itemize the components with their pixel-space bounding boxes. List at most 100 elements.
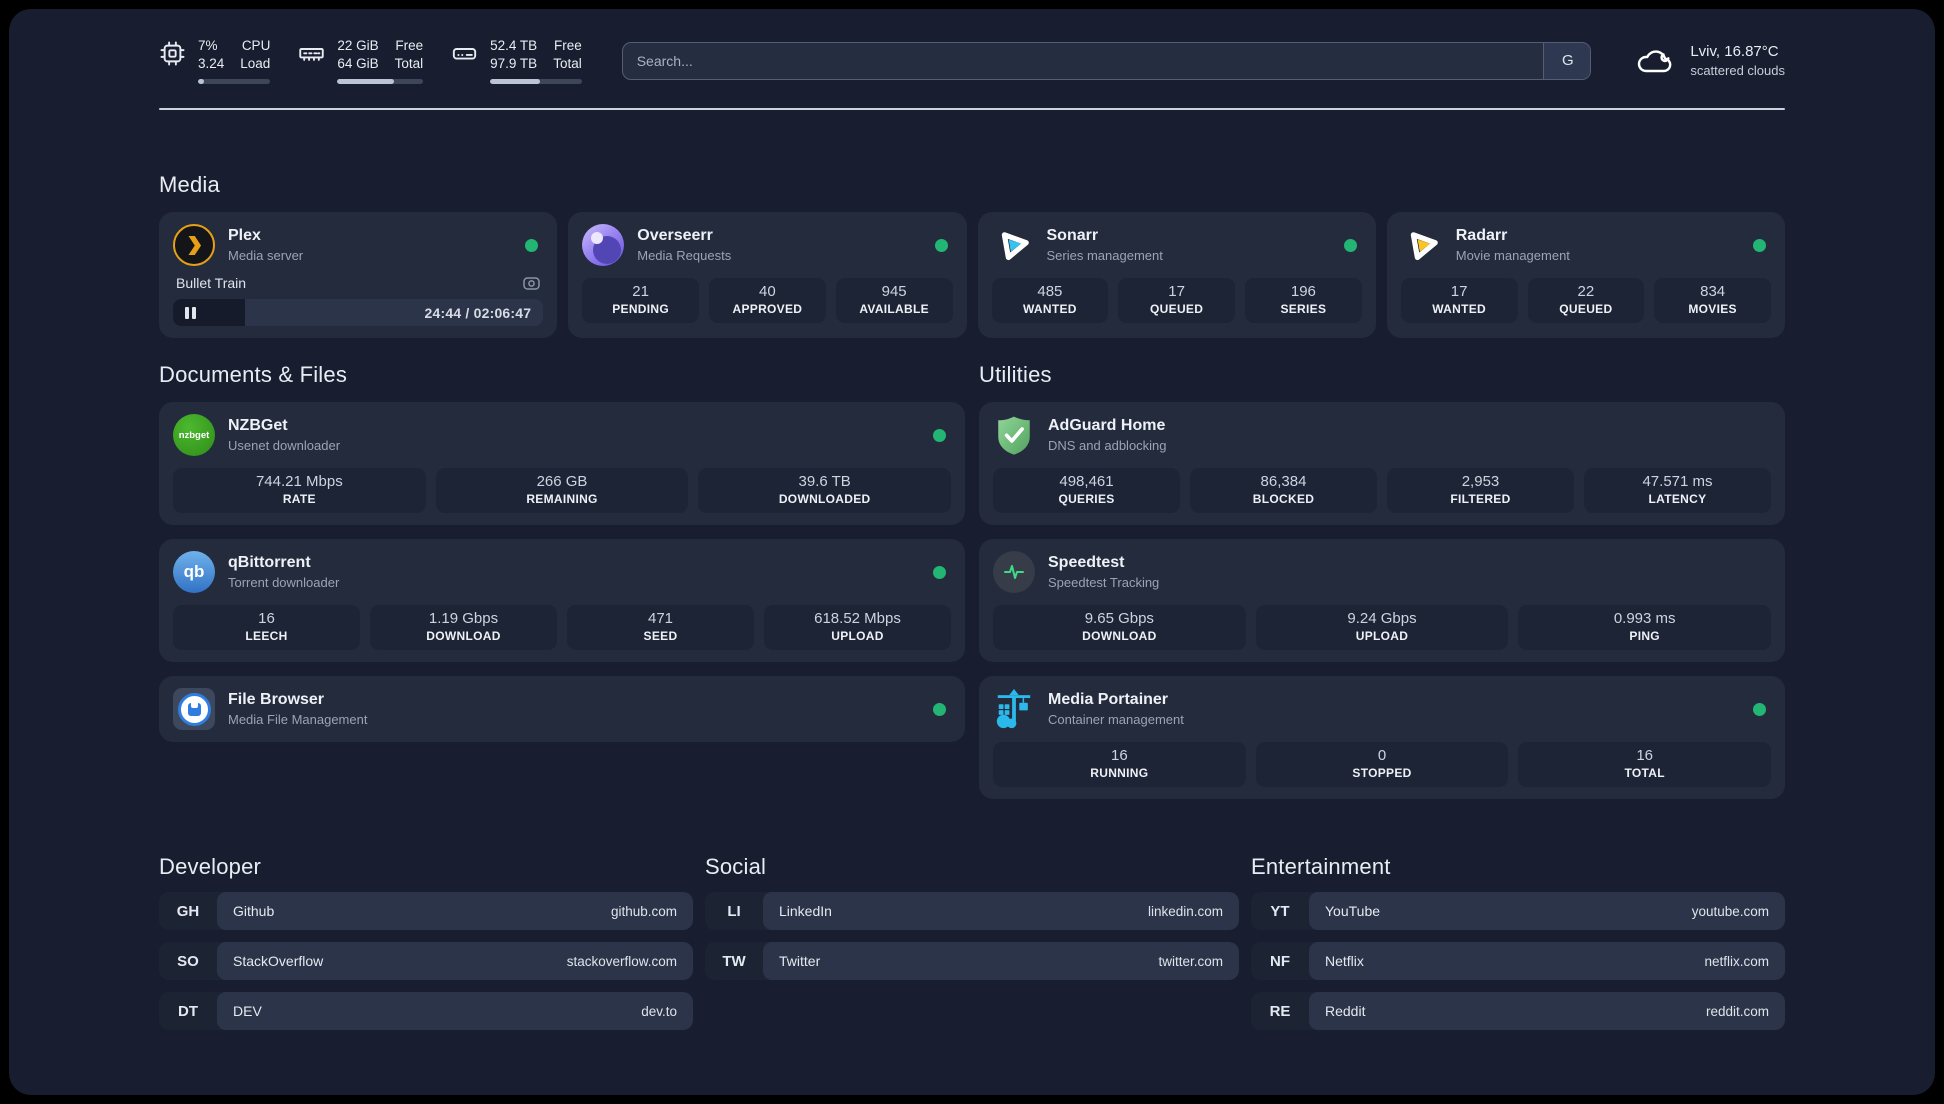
status-dot: [934, 238, 948, 252]
bookmark-github[interactable]: GH Github github.com: [159, 892, 693, 931]
stat-queued: 17 QUEUED: [1118, 278, 1235, 324]
stat-total: 16 TOTAL: [1518, 742, 1772, 788]
bookmark-url: github.com: [610, 903, 677, 919]
disk-metric-body: 52.4 TB 97.9 TB Free Total: [490, 37, 582, 85]
dashboard-frame: 7% 3.24 CPU Load 22 GiB 64 GiB Free Tota…: [0, 0, 1944, 1104]
playback-progress-bar[interactable]: 24:44 / 02:06:47: [173, 299, 544, 327]
stat-seed: 471 SEED: [567, 605, 754, 651]
cpu-metric: 7% 3.24 CPU Load: [159, 37, 271, 85]
media-grid: Plex Media server Bullet Train 24:44 / 0…: [159, 212, 1785, 339]
memory-metric: 22 GiB 64 GiB Free Total: [298, 37, 424, 85]
search-engine-button[interactable]: G: [1543, 42, 1591, 79]
nzbget-card[interactable]: nzbget NZBGet Usenet downloader 744.21 M…: [159, 402, 965, 526]
social-bookmarks: Social LI LinkedIn linkedin.com TW Twitt…: [705, 854, 1239, 981]
ram-icon: [298, 40, 325, 67]
utilities-column: Utilities AdGuard Home DNS and adblockin…: [979, 362, 1785, 800]
plex-now-playing: Bullet Train 24:44 / 02:06:47: [173, 275, 544, 327]
app-name: Speedtest: [1048, 554, 1125, 572]
app-name: Plex: [228, 227, 261, 245]
bookmark-name: Reddit: [1325, 1003, 1366, 1020]
adguard-icon: [993, 414, 1035, 456]
pause-icon[interactable]: [185, 306, 196, 319]
bookmark-reddit[interactable]: RE Reddit reddit.com: [1251, 992, 1785, 1031]
media-section: Media Plex Media server Bullet Train 24:…: [159, 172, 1785, 339]
app-name: NZBGet: [228, 417, 288, 435]
cpu-values: 7% 3.24: [198, 38, 225, 72]
status-dot: [933, 702, 946, 716]
disk-usage-bar: [490, 79, 582, 85]
bookmark-netflix[interactable]: NF Netflix netflix.com: [1251, 942, 1785, 981]
search-input[interactable]: [622, 42, 1544, 79]
bookmark-linkedin[interactable]: LI LinkedIn linkedin.com: [705, 892, 1239, 931]
stat-download: 1.19 Gbps DOWNLOAD: [370, 605, 557, 651]
stat-download: 9.65 Gbps DOWNLOAD: [993, 605, 1246, 651]
stat-ping: 0.993 ms PING: [1518, 605, 1772, 651]
bookmark-abbr: LI: [727, 902, 741, 920]
app-subtitle: Series management: [1046, 248, 1163, 264]
adguard-card[interactable]: AdGuard Home DNS and adblocking 498,461 …: [979, 402, 1785, 526]
plex-card[interactable]: Plex Media server Bullet Train 24:44 / 0…: [159, 212, 558, 339]
header-divider: [159, 108, 1785, 111]
app-subtitle: Movie management: [1455, 248, 1570, 264]
qbittorrent-icon-text: qb: [183, 562, 205, 582]
status-dot: [933, 565, 946, 579]
app-name: AdGuard Home: [1048, 417, 1166, 435]
bookmark-twitter[interactable]: TW Twitter twitter.com: [705, 942, 1239, 981]
weather-widget[interactable]: Lviv, 16.87°C scattered clouds: [1635, 43, 1785, 78]
disk-icon: [451, 40, 478, 67]
status-dot: [1753, 238, 1766, 252]
bookmark-dev[interactable]: DT DEV dev.to: [159, 992, 693, 1031]
qbittorrent-card[interactable]: qb qBittorrent Torrent downloader 16 LEE…: [159, 539, 965, 663]
app-subtitle: Media server: [228, 248, 304, 264]
system-metrics: 7% 3.24 CPU Load 22 GiB 64 GiB Free Tota…: [159, 37, 582, 85]
stat-wanted: 485 WANTED: [991, 278, 1109, 324]
bookmark-abbr: SO: [177, 952, 199, 970]
bookmark-url: twitter.com: [1158, 953, 1223, 969]
portainer-card[interactable]: Media Portainer Container management 16 …: [979, 676, 1785, 800]
video-session-icon[interactable]: [523, 276, 540, 291]
bookmark-url: netflix.com: [1704, 953, 1769, 969]
cpu-labels: CPU Load: [240, 38, 271, 72]
app-subtitle: Media File Management: [228, 712, 368, 728]
bookmark-abbr: YT: [1270, 902, 1290, 920]
sonarr-card[interactable]: Sonarr Series management 485 WANTED 17 Q…: [977, 212, 1376, 339]
stat-downloaded: 39.6 TB DOWNLOADED: [698, 468, 952, 514]
overseerr-card[interactable]: Overseerr Media Requests 21 PENDING 40 A…: [568, 212, 967, 339]
documents-section-title: Documents & Files: [159, 362, 348, 388]
bookmark-url: youtube.com: [1691, 903, 1769, 919]
status-dot: [1753, 702, 1766, 716]
app-subtitle: Media Requests: [637, 248, 732, 264]
plex-icon: [173, 224, 215, 267]
bookmark-name: Github: [233, 903, 275, 920]
status-dot: [933, 428, 946, 442]
memory-values: 22 GiB 64 GiB: [337, 38, 379, 72]
stat-running: 16 RUNNING: [993, 742, 1246, 788]
bookmark-name: YouTube: [1325, 903, 1381, 920]
filebrowser-icon: [173, 688, 215, 731]
stat-remaining: 266 GB REMAINING: [435, 468, 689, 514]
app-name: qBittorrent: [228, 554, 311, 572]
speedtest-card[interactable]: Speedtest Speedtest Tracking 9.65 Gbps D…: [979, 539, 1785, 663]
cpu-metric-body: 7% 3.24 CPU Load: [198, 37, 271, 85]
stat-stopped: 0 STOPPED: [1255, 742, 1509, 788]
sonarr-icon: [992, 224, 1034, 266]
documents-column: Documents & Files nzbget NZBGet Usenet d…: [159, 362, 965, 799]
radarr-card[interactable]: Radarr Movie management 17 WANTED 22 QUE…: [1386, 212, 1785, 339]
media-section-title: Media: [159, 172, 220, 198]
cpu-icon: [159, 40, 186, 67]
bookmark-stackoverflow[interactable]: SO StackOverflow stackoverflow.com: [159, 942, 693, 981]
stat-leech: 16 LEECH: [173, 605, 360, 651]
speedtest-icon: [993, 551, 1035, 594]
top-bar: 7% 3.24 CPU Load 22 GiB 64 GiB Free Tota…: [159, 37, 1785, 85]
bookmark-youtube[interactable]: YT YouTube youtube.com: [1251, 892, 1785, 931]
app-name: Media Portainer: [1048, 691, 1169, 709]
utilities-section-title: Utilities: [979, 362, 1052, 388]
filebrowser-card[interactable]: File Browser Media File Management: [159, 676, 965, 743]
disk-metric: 52.4 TB 97.9 TB Free Total: [451, 37, 582, 85]
app-name: File Browser: [228, 691, 325, 709]
status-dot: [525, 238, 539, 252]
bookmark-url: reddit.com: [1705, 1003, 1769, 1019]
bookmark-abbr: RE: [1269, 1002, 1291, 1020]
stat-movies: 834 MOVIES: [1654, 278, 1771, 324]
bookmark-abbr: TW: [722, 952, 746, 970]
